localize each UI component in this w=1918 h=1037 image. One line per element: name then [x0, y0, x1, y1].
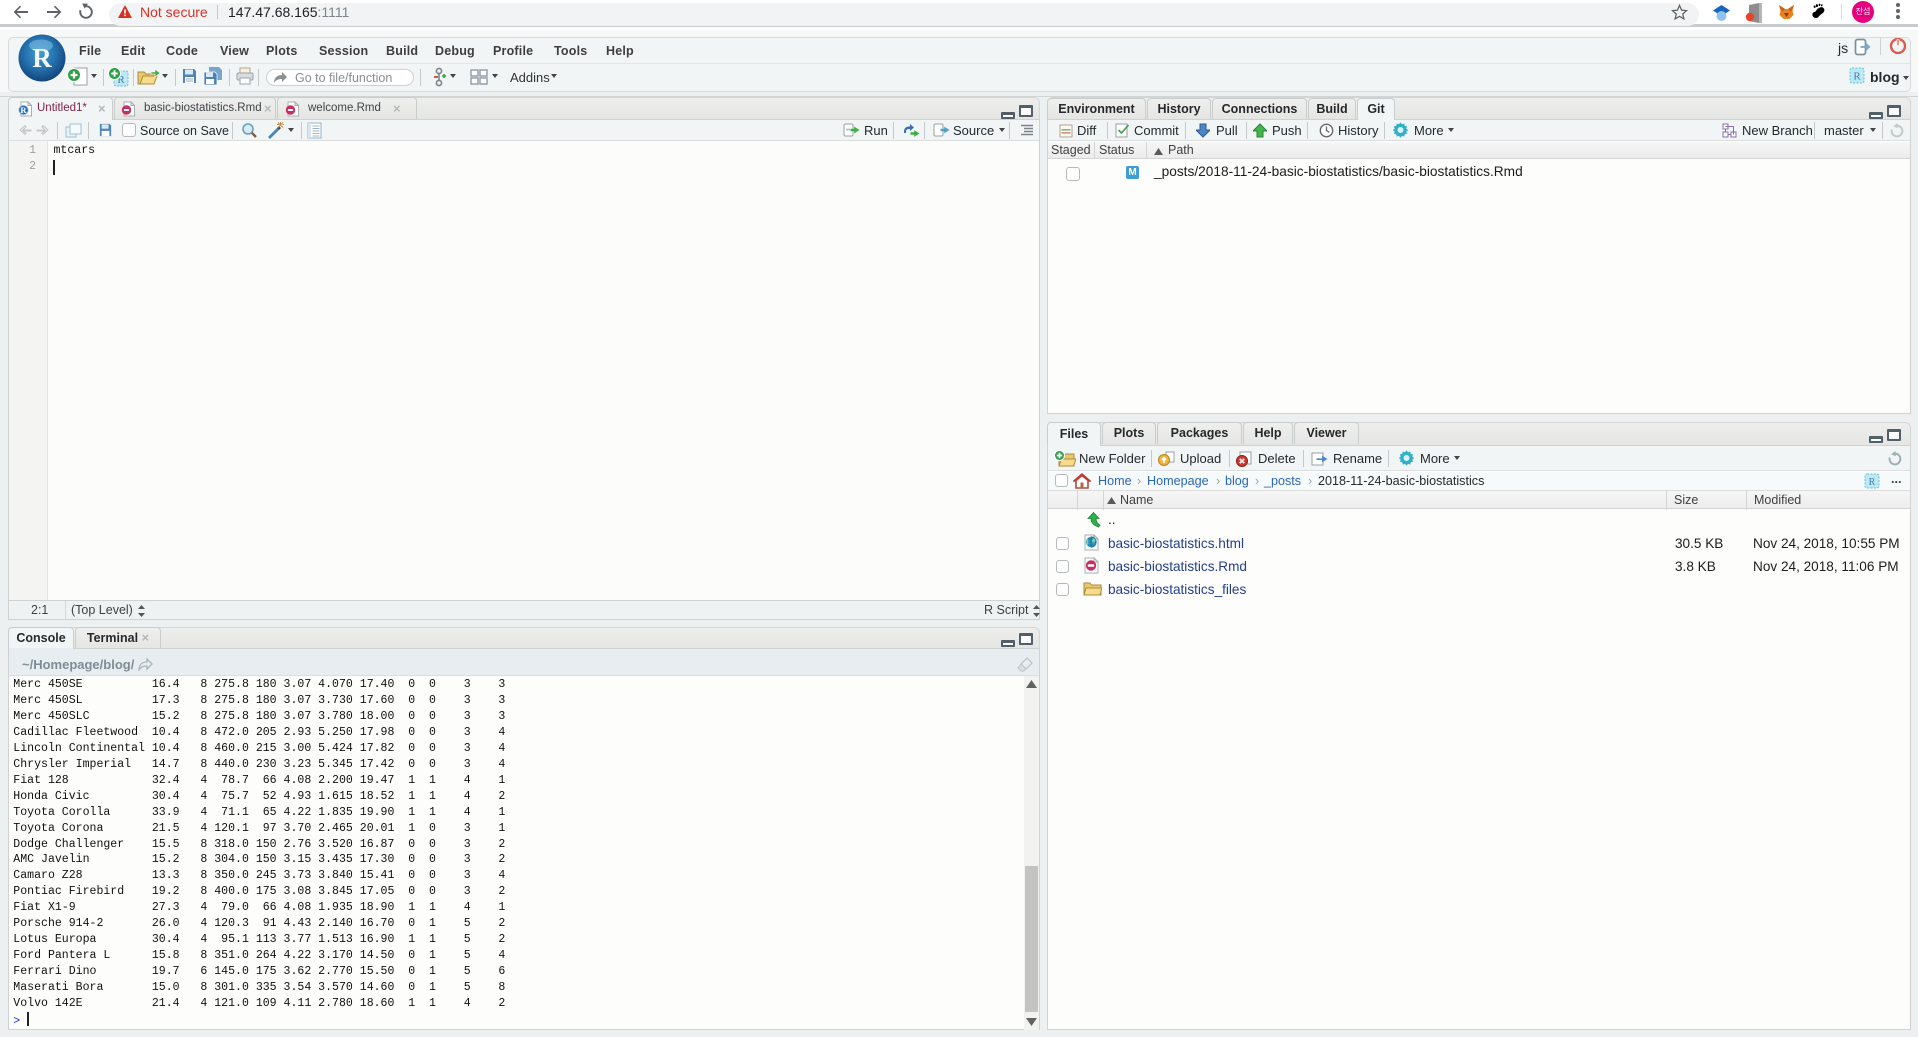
svg-text:R: R	[1869, 477, 1876, 488]
svg-text:R: R	[20, 105, 27, 115]
